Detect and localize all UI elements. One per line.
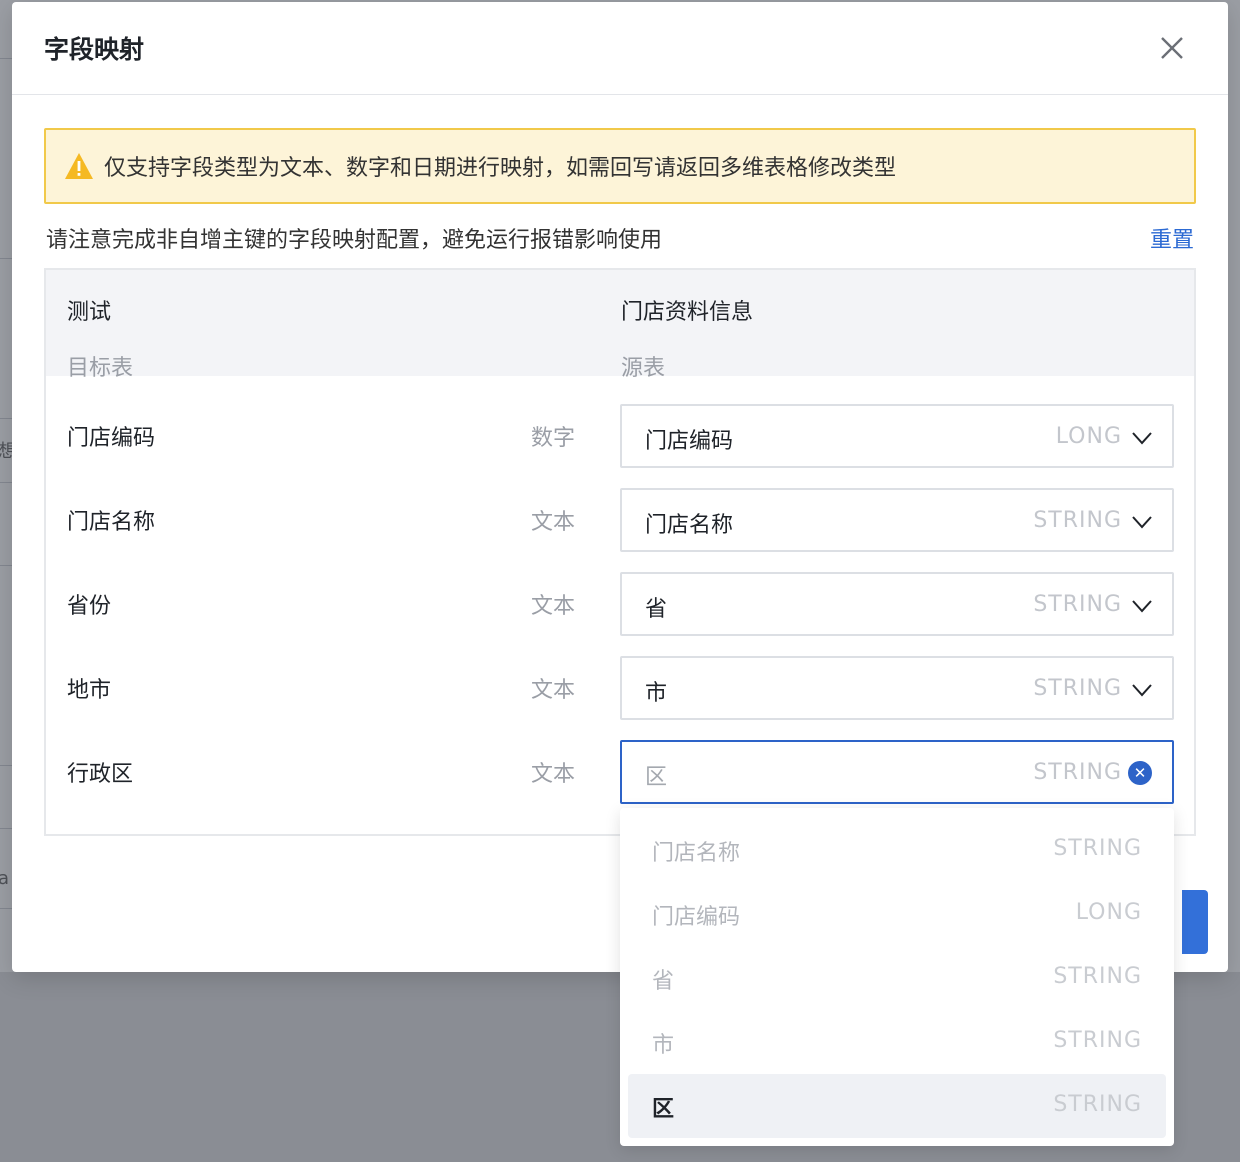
option-type: LONG (1075, 900, 1142, 925)
dropdown-option-selected[interactable]: 区 STRING (628, 1074, 1166, 1138)
dropdown-option[interactable]: 门店名称 STRING (628, 818, 1166, 882)
dialog-title: 字段映射 (44, 35, 145, 64)
target-field-type: 文本 (531, 762, 576, 787)
warning-icon (65, 153, 93, 179)
option-type: STRING (1053, 1028, 1142, 1053)
target-field-name: 省份 (67, 594, 112, 619)
option-label: 省 (652, 969, 675, 994)
selected-field: 区 (645, 765, 668, 790)
target-field-type: 文本 (531, 678, 576, 703)
target-field-name: 门店名称 (67, 510, 156, 535)
selected-field: 门店名称 (645, 513, 734, 538)
close-icon (1161, 37, 1183, 59)
selected-field: 省 (645, 597, 668, 622)
close-button[interactable] (1156, 32, 1188, 64)
clear-icon[interactable]: ✕ (1128, 761, 1152, 785)
chevron-down-icon (1132, 684, 1152, 697)
source-field-select-active[interactable]: 区 STRING ✕ (620, 740, 1174, 804)
target-field-type: 数字 (531, 426, 576, 451)
selected-field-type: STRING (1033, 508, 1122, 533)
option-label: 区 (652, 1097, 675, 1122)
warning-text: 仅支持字段类型为文本、数字和日期进行映射，如需回写请返回多维表格修改类型 (104, 156, 897, 181)
option-type: STRING (1053, 964, 1142, 989)
config-note: 请注意完成非自增主键的字段映射配置，避免运行报错影响使用 (46, 228, 663, 253)
selected-field-type: STRING (1033, 676, 1122, 701)
dialog-header: 字段映射 (12, 2, 1228, 95)
target-table-label: 目标表 (67, 356, 134, 381)
source-field-select[interactable]: 省 STRING (620, 572, 1174, 636)
dropdown-option[interactable]: 门店编码 LONG (628, 882, 1166, 946)
option-label: 门店名称 (652, 841, 741, 866)
warning-banner: 仅支持字段类型为文本、数字和日期进行映射，如需回写请返回多维表格修改类型 (44, 128, 1196, 204)
source-table-label: 源表 (621, 356, 666, 381)
selected-field-type: STRING (1033, 760, 1122, 785)
target-field-type: 文本 (531, 594, 576, 619)
source-table-name: 门店资料信息 (621, 300, 754, 325)
selected-field: 门店编码 (645, 429, 734, 454)
chevron-down-icon (1132, 600, 1152, 613)
table-header: 测试 目标表 门店资料信息 源表 (46, 270, 1194, 381)
source-field-select[interactable]: 市 STRING (620, 656, 1174, 720)
target-field-type: 文本 (531, 510, 576, 535)
selected-field: 市 (645, 681, 668, 706)
option-label: 门店编码 (652, 905, 741, 930)
mapping-table: 测试 目标表 门店资料信息 源表 门店编码 数字 门店编码 LONG 门店名称 … (44, 268, 1196, 836)
option-type: STRING (1053, 1092, 1142, 1117)
selected-field-type: LONG (1055, 424, 1122, 449)
confirm-button[interactable] (1182, 890, 1208, 954)
target-table-name: 测试 (67, 300, 112, 325)
dropdown-option[interactable]: 省 STRING (628, 946, 1166, 1010)
target-field-name: 门店编码 (67, 426, 156, 451)
field-dropdown-list: 门店名称 STRING 门店编码 LONG 省 STRING 市 STRING … (620, 808, 1174, 1146)
dropdown-option[interactable]: 市 STRING (628, 1010, 1166, 1074)
option-label: 市 (652, 1033, 675, 1058)
option-type: STRING (1053, 836, 1142, 861)
reset-link[interactable]: 重置 (1150, 222, 1194, 254)
source-field-select[interactable]: 门店编码 LONG (620, 404, 1174, 468)
selected-field-type: STRING (1033, 592, 1122, 617)
chevron-down-icon (1132, 432, 1152, 445)
chevron-down-icon (1132, 516, 1152, 529)
target-field-name: 地市 (67, 678, 112, 703)
source-field-select[interactable]: 门店名称 STRING (620, 488, 1174, 552)
target-field-name: 行政区 (67, 762, 134, 787)
